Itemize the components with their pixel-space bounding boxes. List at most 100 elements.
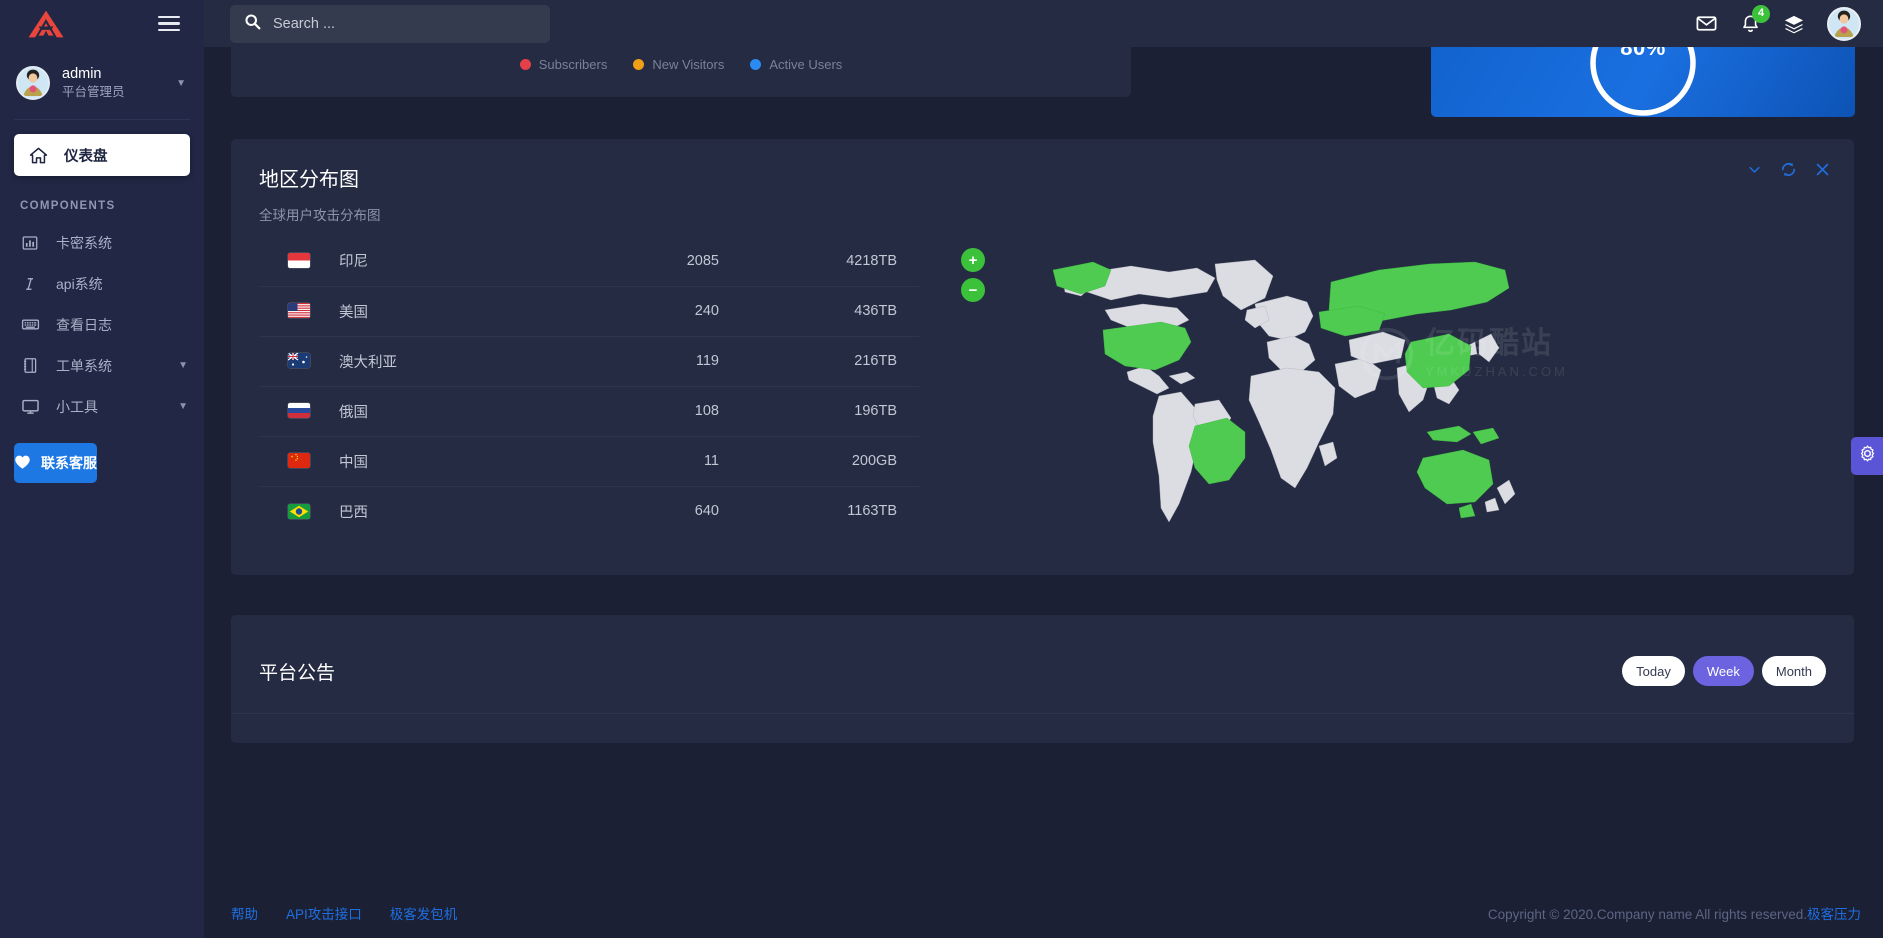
- sidebar-item-api-system[interactable]: api系统: [0, 263, 204, 304]
- bell-icon[interactable]: 4: [1740, 13, 1761, 35]
- notice-card-separator: [231, 713, 1854, 714]
- sidebar: admin 平台管理员 ▼ 仪表盘 COMPONENTS: [0, 47, 204, 938]
- country-table-body: 印尼 2085 4218TB: [259, 236, 919, 536]
- legend-item: Subscribers: [520, 57, 608, 72]
- gear-icon: [1858, 444, 1877, 468]
- footer-links: 帮助 API攻击接口 极客发包机: [231, 903, 457, 923]
- contact-support-button[interactable]: 联系客服: [14, 443, 97, 483]
- legend-label: Active Users: [769, 57, 842, 72]
- region-card-body: 印尼 2085 4218TB: [231, 224, 1854, 536]
- top-right-actions: 4: [1695, 7, 1883, 41]
- notebook-icon: [20, 356, 40, 375]
- region-card-subtitle: 全球用户攻击分布图: [259, 204, 1826, 224]
- notice-card: 平台公告 Today Week Month: [231, 615, 1854, 743]
- sidebar-item-dashboard[interactable]: 仪表盘: [14, 134, 190, 176]
- chevron-down-icon[interactable]: ▼: [178, 401, 188, 412]
- sidebar-section-title: COMPONENTS: [0, 182, 204, 222]
- stats-card: Subscribers New Visitors Active Users: [231, 47, 1131, 97]
- flag-icon-us: [288, 303, 310, 318]
- table-row[interactable]: 美国 240 436TB: [259, 286, 919, 336]
- legend-item: Active Users: [750, 57, 842, 72]
- notice-card-title: 平台公告: [259, 658, 335, 685]
- period-month-button[interactable]: Month: [1762, 656, 1826, 686]
- sidebar-item-label: 卡密系统: [56, 233, 112, 253]
- sidebar-item-tools[interactable]: 小工具 ▼: [0, 386, 204, 427]
- region-distribution-card: 地区分布图 全球用户攻击分布图: [231, 139, 1854, 575]
- country-count: 108: [569, 386, 739, 436]
- chevron-down-icon[interactable]: ▼: [178, 360, 188, 371]
- copyright-text: Copyright © 2020.Company name All rights…: [1488, 907, 1807, 922]
- country-count: 11: [569, 436, 739, 486]
- table-row[interactable]: 巴西 640 1163TB: [259, 486, 919, 536]
- refresh-icon[interactable]: [1780, 161, 1797, 178]
- footer-link-help[interactable]: 帮助: [231, 903, 258, 923]
- stats-legend: Subscribers New Visitors Active Users: [231, 47, 1131, 72]
- sidebar-item-label: 工单系统: [56, 356, 112, 376]
- hamburger-menu-icon[interactable]: [154, 12, 184, 36]
- sidebar-item-card-system[interactable]: 卡密系统: [0, 222, 204, 263]
- chevron-down-icon[interactable]: [1747, 162, 1762, 177]
- table-row[interactable]: 澳大利亚 119 216TB: [259, 336, 919, 386]
- world-map[interactable]: [1019, 236, 1539, 536]
- country-size: 4218TB: [739, 236, 919, 286]
- profile-role: 平台管理员: [62, 84, 125, 101]
- search-input[interactable]: [273, 16, 513, 32]
- close-icon[interactable]: [1815, 162, 1830, 177]
- settings-tab-button[interactable]: [1851, 437, 1883, 475]
- country-count: 640: [569, 486, 739, 536]
- profile-name: admin: [62, 65, 125, 83]
- layers-icon[interactable]: [1783, 14, 1805, 34]
- period-week-button[interactable]: Week: [1693, 656, 1754, 686]
- flag-icon-id: [288, 253, 310, 268]
- footer-link-packet-sender[interactable]: 极客发包机: [390, 903, 458, 923]
- country-size: 436TB: [739, 286, 919, 336]
- footer-link-api[interactable]: API攻击接口: [286, 903, 362, 923]
- sidebar-item-label: api系统: [56, 274, 103, 294]
- table-row[interactable]: 俄国 108 196TB: [259, 386, 919, 436]
- footer-copyright: Copyright © 2020.Company name All rights…: [1488, 903, 1861, 923]
- period-segment-control: Today Week Month: [1622, 656, 1826, 686]
- monitor-icon: [20, 397, 40, 416]
- country-name: 巴西: [339, 486, 569, 536]
- logo-triangle-icon[interactable]: [26, 8, 66, 40]
- envelope-icon[interactable]: [1695, 12, 1718, 35]
- app-root: 4: [0, 0, 1883, 938]
- table-row[interactable]: 中国 11 200GB: [259, 436, 919, 486]
- country-size: 216TB: [739, 336, 919, 386]
- search-box[interactable]: [230, 5, 550, 43]
- heart-icon: [14, 454, 31, 473]
- search-wrap: [230, 5, 550, 43]
- country-count: 2085: [569, 236, 739, 286]
- country-name: 中国: [339, 436, 569, 486]
- avatar[interactable]: [1827, 7, 1861, 41]
- flag-icon-cn: [288, 453, 310, 468]
- period-today-button[interactable]: Today: [1622, 656, 1685, 686]
- country-name: 澳大利亚: [339, 336, 569, 386]
- sidebar-profile[interactable]: admin 平台管理员 ▼: [0, 47, 204, 119]
- map-zoom-in-button[interactable]: +: [961, 248, 985, 272]
- italic-i-icon: [20, 275, 40, 293]
- legend-label: New Visitors: [652, 57, 724, 72]
- profile-avatar: [16, 66, 50, 100]
- country-table-wrap: 印尼 2085 4218TB: [259, 236, 919, 536]
- country-count: 119: [569, 336, 739, 386]
- brand-zone: [0, 0, 204, 47]
- country-table: 印尼 2085 4218TB: [259, 236, 919, 536]
- table-row[interactable]: 印尼 2085 4218TB: [259, 236, 919, 286]
- copyright-link[interactable]: 极客压力: [1807, 907, 1861, 922]
- map-zoom-out-button[interactable]: −: [961, 278, 985, 302]
- legend-item: New Visitors: [633, 57, 724, 72]
- flag-icon-ru: [288, 403, 310, 418]
- sidebar-item-ticket-system[interactable]: 工单系统 ▼: [0, 345, 204, 386]
- country-size: 196TB: [739, 386, 919, 436]
- legend-dot: [750, 59, 761, 70]
- chevron-down-icon[interactable]: ▼: [176, 78, 190, 89]
- search-icon: [244, 13, 261, 35]
- region-card-header: 地区分布图 全球用户攻击分布图: [231, 139, 1854, 224]
- flag-icon-au: [288, 353, 310, 368]
- sidebar-item-logs[interactable]: 查看日志: [0, 304, 204, 345]
- top-bar: 4: [0, 0, 1883, 47]
- country-count: 240: [569, 286, 739, 336]
- footer: 帮助 API攻击接口 极客发包机 Copyright © 2020.Compan…: [204, 888, 1883, 938]
- flag-icon-br: [288, 504, 310, 519]
